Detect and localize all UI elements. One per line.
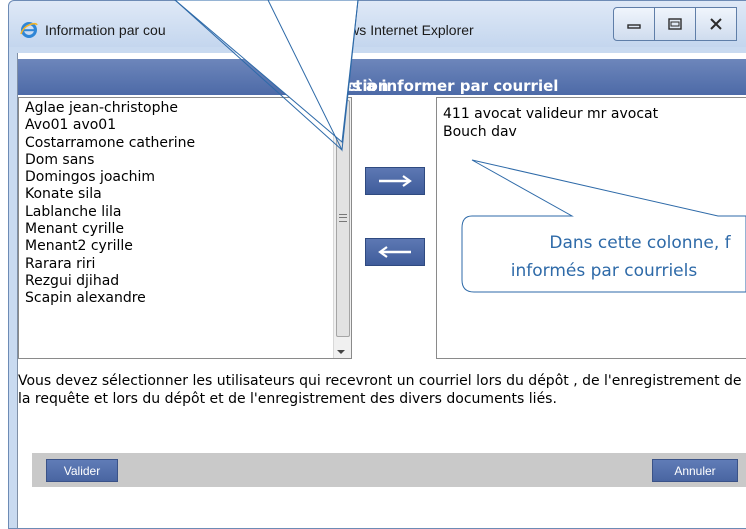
section-header: Sélection onnes à informer par courriel [18,59,746,95]
window-title-left: Information par cou [45,22,166,38]
list-item[interactable]: Rarara riri [25,256,351,273]
close-button[interactable] [695,7,737,41]
window-title-right: urs - Windows Internet Explorer [277,22,474,38]
list-item[interactable]: Lablanche lila [25,204,351,221]
arrow-right-icon [379,175,412,187]
footer-bar: Valider Annuler [32,453,746,487]
selected-users-list[interactable]: 411 avocat valideur mr avocat Bouch dav [436,97,746,359]
section-title-right: onnes à informer par courriel [310,77,559,95]
instructions-text: Vous devez sélectionner les utilisateurs… [18,373,742,407]
title-bar: Information par cou urs - Windows Interne… [9,1,746,47]
minimize-icon [627,24,641,29]
remove-user-button[interactable] [365,238,425,266]
minimize-button[interactable] [613,7,655,41]
list-item[interactable]: Menant2 cyrille [25,238,351,255]
callout-line-2: informés par courriels [510,261,698,281]
scroll-down-arrow-icon[interactable] [337,350,345,354]
window-title: Information par cou urs - Windows Interne… [45,22,474,38]
list-item[interactable]: Scapin alexandre [25,290,351,307]
arrow-left-icon [378,246,411,258]
list-item[interactable]: Avo01 avo01 [25,117,351,134]
maximize-icon [668,18,682,30]
window-controls [613,7,737,41]
list-item[interactable]: Rezgui djihad [25,273,351,290]
selected-users: 411 avocat valideur mr avocat Bouch dav [437,98,746,141]
validate-button[interactable]: Valider [46,459,118,482]
list-item[interactable]: Dom sans [25,152,351,169]
cancel-button[interactable]: Annuler [652,459,738,482]
maximize-button[interactable] [654,7,696,41]
available-users-list[interactable]: Aglae jean-christophe Avo01 avo01 Costar… [18,97,352,359]
callout-line-1: Dans cette colonne, f [549,233,731,253]
list-scrollbar[interactable] [333,98,351,358]
scroll-grip-icon [339,214,347,222]
available-users: Aglae jean-christophe Avo01 avo01 Costar… [19,98,351,308]
list-item[interactable]: Domingos joachim [25,169,351,186]
list-item[interactable]: Konate sila [25,186,351,203]
list-item[interactable]: Bouch dav [443,124,746,142]
close-icon [710,18,722,30]
list-item[interactable]: Aglae jean-christophe [25,100,351,117]
list-item[interactable]: 411 avocat valideur mr avocat [443,106,746,124]
internet-explorer-icon [20,22,38,38]
list-item[interactable]: Menant cyrille [25,221,351,238]
list-item[interactable]: Costarramone catherine [25,135,351,152]
scroll-thumb[interactable] [336,100,350,337]
add-user-button[interactable] [365,167,425,195]
dialog-content: Sélection onnes à informer par courriel A… [17,53,746,528]
